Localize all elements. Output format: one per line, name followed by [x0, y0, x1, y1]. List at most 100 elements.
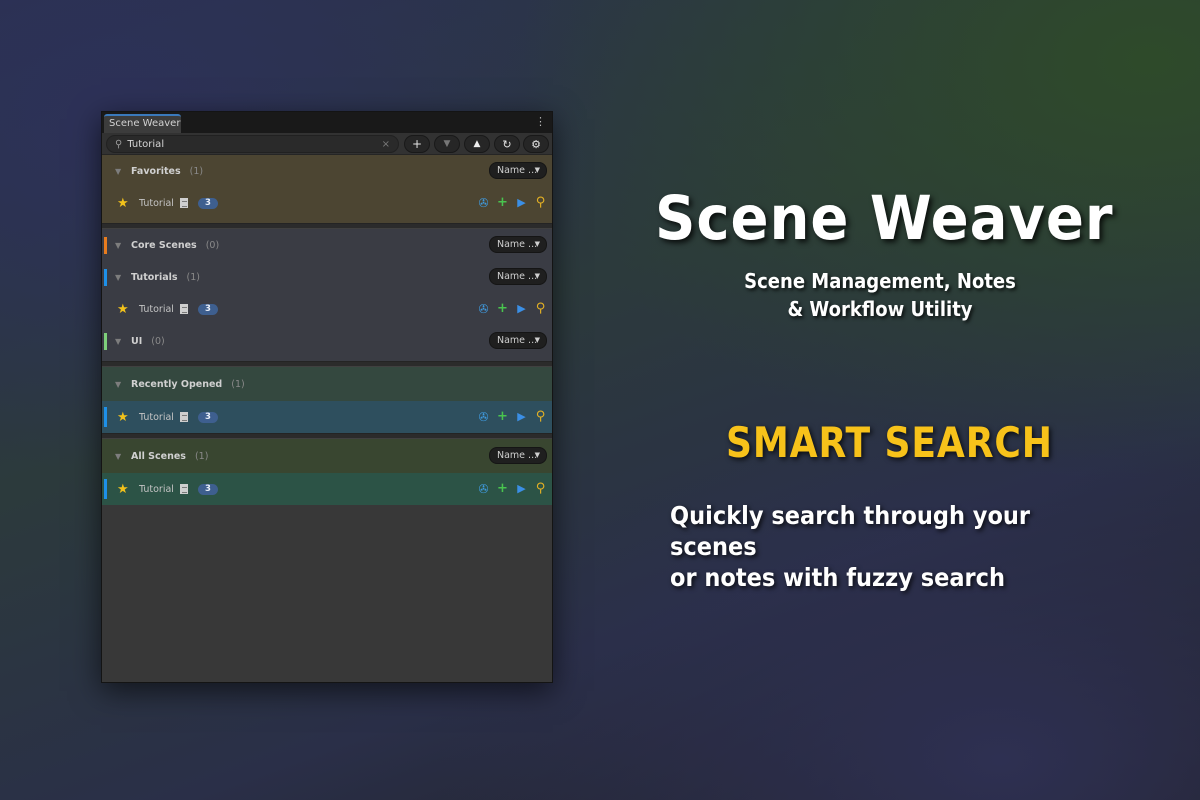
- group-count: (1): [189, 165, 204, 177]
- group-name: Recently Opened: [131, 378, 223, 390]
- row-actions: ✇ + ▶ ⚲: [477, 301, 547, 317]
- star-icon[interactable]: ★: [117, 196, 139, 211]
- collapse-triangle-icon[interactable]: ▼: [115, 273, 131, 282]
- collapse-all-icon[interactable]: ▲: [464, 135, 490, 153]
- note-icon[interactable]: [180, 412, 188, 422]
- locate-icon[interactable]: ⚲: [534, 195, 547, 211]
- scene-row-selected[interactable]: ★ Tutorial 3 ✇ + ▶ ⚲: [102, 473, 552, 505]
- scene-name: Tutorial: [139, 197, 174, 209]
- locate-icon[interactable]: ⚲: [534, 409, 547, 425]
- star-icon[interactable]: ★: [117, 482, 139, 497]
- unity-icon[interactable]: ✇: [477, 409, 490, 425]
- collapse-triangle-icon[interactable]: ▼: [115, 337, 131, 346]
- sort-dropdown[interactable]: Name ... ▼: [489, 332, 547, 349]
- clear-search-icon[interactable]: ×: [382, 139, 390, 150]
- note-icon[interactable]: [180, 304, 188, 314]
- add-icon[interactable]: +: [404, 135, 430, 153]
- dropdown-arrow-icon: ▼: [534, 166, 540, 174]
- collapse-triangle-icon[interactable]: ▼: [115, 380, 131, 389]
- unity-icon[interactable]: ✇: [477, 481, 490, 497]
- group-header[interactable]: ▼ All Scenes (1) Name ... ▼: [102, 439, 552, 473]
- more-options-icon[interactable]: ⋮: [535, 115, 546, 129]
- sort-dropdown[interactable]: Name ... ▼: [489, 268, 547, 285]
- settings-icon[interactable]: ⚙: [523, 135, 549, 153]
- group-header-tutorials[interactable]: ▼ Tutorials (1) Name ... ▼: [102, 261, 552, 293]
- star-icon[interactable]: ★: [117, 302, 139, 317]
- dropdown-arrow-icon: ▼: [534, 451, 540, 459]
- collapse-triangle-icon[interactable]: ▼: [115, 241, 131, 250]
- row-actions: ✇ + ▶ ⚲: [477, 409, 547, 425]
- description-line: Quickly search through your scenes: [670, 501, 1031, 561]
- selection-indicator: [104, 479, 107, 499]
- sort-label: Name ...: [497, 335, 538, 346]
- collapse-triangle-icon[interactable]: ▼: [115, 452, 131, 461]
- play-icon[interactable]: ▶: [515, 409, 528, 425]
- group-all-scenes: ▼ All Scenes (1) Name ... ▼ ★ Tutorial 3 …: [102, 439, 552, 505]
- add-scene-icon[interactable]: +: [496, 409, 509, 425]
- group-name: All Scenes: [131, 450, 186, 462]
- dropdown-arrow-icon: ▼: [534, 336, 540, 344]
- play-icon[interactable]: ▶: [515, 301, 528, 317]
- folder-color-bar: [104, 333, 107, 350]
- feature-heading: SMART SEARCH: [726, 418, 1053, 467]
- group-name: Favorites: [131, 165, 181, 177]
- sort-dropdown[interactable]: Name ... ▼: [489, 236, 547, 253]
- tab-scene-weaver[interactable]: Scene Weaver: [104, 114, 181, 133]
- sort-dropdown[interactable]: Name ... ▼: [489, 162, 547, 179]
- sort-label: Name ...: [497, 450, 538, 461]
- group-count: (1): [231, 378, 245, 390]
- group-count: (0): [205, 239, 220, 251]
- row-actions: ✇ + ▶ ⚲: [477, 481, 547, 497]
- folder-color-bar: [104, 237, 107, 254]
- promo-title: Scene Weaver: [655, 183, 1114, 254]
- toolbar: ⚲ × + ▼ ▲ ↻ ⚙: [102, 133, 552, 155]
- group-favorites: ▼ Favorites (1) Name ... ▼ ★ Tutorial 3 ✇…: [102, 155, 552, 223]
- add-scene-icon[interactable]: +: [496, 195, 509, 211]
- sort-label: Name ...: [497, 271, 538, 282]
- group-header[interactable]: ▼ Favorites (1) Name ... ▼: [102, 155, 552, 187]
- tab-bar: Scene Weaver ⋮: [102, 112, 552, 133]
- group-count: (0): [151, 335, 165, 347]
- sort-label: Name ...: [497, 239, 538, 250]
- sort-dropdown[interactable]: Name ... ▼: [489, 447, 547, 464]
- group-header[interactable]: ▼ Recently Opened (1): [102, 367, 552, 401]
- locate-icon[interactable]: ⚲: [534, 481, 547, 497]
- play-icon[interactable]: ▶: [515, 481, 528, 497]
- refresh-icon[interactable]: ↻: [494, 135, 520, 153]
- selection-indicator: [104, 407, 107, 427]
- add-scene-icon[interactable]: +: [496, 481, 509, 497]
- note-icon[interactable]: [180, 484, 188, 494]
- search-input[interactable]: [127, 138, 382, 150]
- play-icon[interactable]: ▶: [515, 195, 528, 211]
- folder-color-bar: [104, 269, 107, 286]
- feature-description: Quickly search through your scenes or no…: [670, 500, 1102, 593]
- dropdown-arrow-icon: ▼: [534, 240, 540, 248]
- scene-weaver-window: Scene Weaver ⋮ ⚲ × + ▼ ▲ ↻ ⚙ ▼ Favorites…: [101, 111, 553, 683]
- subtitle-line: Scene Management, Notes: [744, 269, 1016, 293]
- scene-row-selected[interactable]: ★ Tutorial 3 ✇ + ▶ ⚲: [102, 401, 552, 433]
- group-name: Tutorials: [131, 271, 178, 283]
- add-scene-icon[interactable]: +: [496, 301, 509, 317]
- star-icon[interactable]: ★: [117, 410, 139, 425]
- group-header-ui[interactable]: ▼ UI (0) Name ... ▼: [102, 325, 552, 357]
- expand-all-icon[interactable]: ▼: [434, 135, 460, 153]
- group-header-core-scenes[interactable]: ▼ Core Scenes (0) Name ... ▼: [102, 229, 552, 261]
- scene-row[interactable]: ★ Tutorial 3 ✇ + ▶ ⚲: [102, 293, 552, 325]
- notes-count-badge: 3: [198, 303, 218, 315]
- search-box: ⚲ ×: [106, 135, 399, 153]
- locate-icon[interactable]: ⚲: [534, 301, 547, 317]
- description-line: or notes with fuzzy search: [670, 563, 1005, 592]
- notes-count-badge: 3: [198, 197, 218, 209]
- group-custom-folders: ▼ Core Scenes (0) Name ... ▼ ▼ Tutorials …: [102, 229, 552, 361]
- unity-icon[interactable]: ✇: [477, 195, 490, 211]
- sort-label: Name ...: [497, 165, 538, 176]
- group-name: UI: [131, 335, 143, 347]
- dropdown-arrow-icon: ▼: [534, 272, 540, 280]
- unity-icon[interactable]: ✇: [477, 301, 490, 317]
- collapse-triangle-icon[interactable]: ▼: [115, 167, 131, 176]
- scene-name: Tutorial: [139, 303, 174, 315]
- scene-row[interactable]: ★ Tutorial 3 ✇ + ▶ ⚲: [102, 187, 552, 219]
- note-icon[interactable]: [180, 198, 188, 208]
- group-count: (1): [186, 271, 200, 283]
- scene-name: Tutorial: [139, 483, 174, 495]
